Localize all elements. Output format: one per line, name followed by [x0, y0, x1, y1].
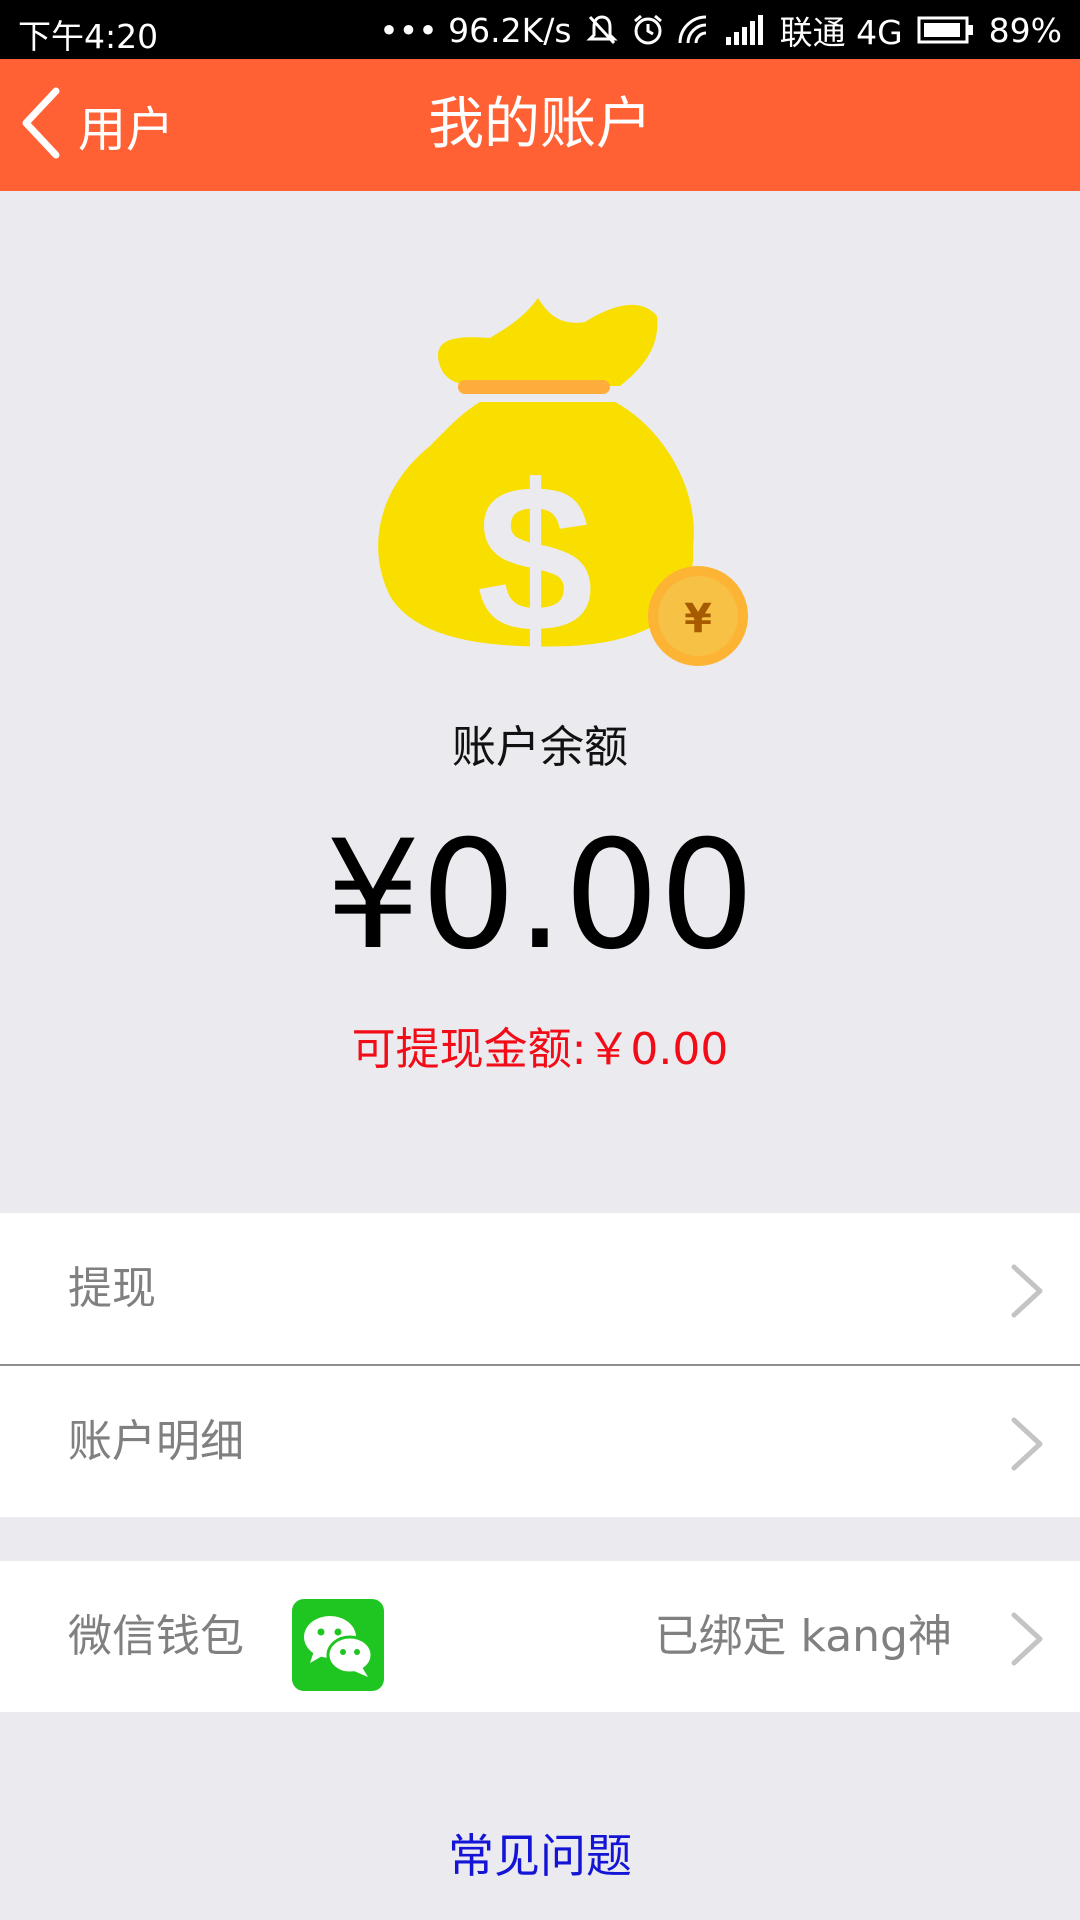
wechat-wallet-row[interactable]: 微信钱包 已绑定 kang神	[0, 1561, 1080, 1712]
back-label: 用户	[78, 102, 175, 158]
status-bar: 下午4:20 ••• 96.2K/s 联通 4G 89%	[0, 0, 1080, 59]
balance-section: $ ¥ 账户余额 ¥0.00 可提现金额:￥0.00	[0, 191, 1080, 1213]
network-speed: ••• 96.2K/s	[379, 10, 572, 50]
signal-icon	[725, 15, 766, 45]
withdraw-label: 提现	[68, 1263, 156, 1314]
account-menu: 提现 账户明细	[0, 1213, 1080, 1517]
alarm-icon	[632, 13, 664, 47]
status-indicators: ••• 96.2K/s 联通 4G 89%	[379, 6, 1062, 54]
wifi-icon	[678, 15, 712, 45]
wechat-wallet-label: 微信钱包	[68, 1611, 244, 1662]
chevron-left-icon	[20, 87, 62, 163]
balance-label: 账户余额	[452, 722, 628, 773]
balance-amount: ¥0.00	[325, 809, 755, 983]
yuan-coin-icon: ¥	[648, 566, 748, 666]
chevron-right-icon	[1010, 1611, 1044, 1671]
status-time: 下午4:20	[18, 17, 159, 56]
chevron-right-icon	[1010, 1263, 1044, 1323]
wallet-section: 微信钱包 已绑定 kang神	[0, 1561, 1080, 1712]
nav-bar: 用户 我的账户	[0, 59, 1080, 191]
svg-text:¥: ¥	[684, 596, 712, 642]
wechat-icon	[292, 1599, 384, 1691]
account-details-label: 账户明细	[68, 1416, 244, 1467]
carrier-label: 联通 4G	[779, 13, 903, 52]
withdraw-row[interactable]: 提现	[0, 1213, 1080, 1364]
faq-link[interactable]: 常见问题	[0, 1820, 1080, 1886]
mute-icon	[585, 13, 618, 47]
account-details-row[interactable]: 账户明细	[0, 1366, 1080, 1517]
chevron-right-icon	[1010, 1416, 1044, 1476]
money-bag-icon: $ ¥	[360, 286, 760, 710]
withdrawable-amount: 可提现金额:￥0.00	[351, 1024, 729, 1075]
battery-icon	[917, 15, 975, 45]
back-button[interactable]: 用户	[20, 87, 175, 163]
svg-text:$: $	[477, 441, 594, 676]
wallet-bind-status: 已绑定 kang神	[654, 1611, 952, 1662]
battery-percent: 89%	[988, 10, 1062, 50]
